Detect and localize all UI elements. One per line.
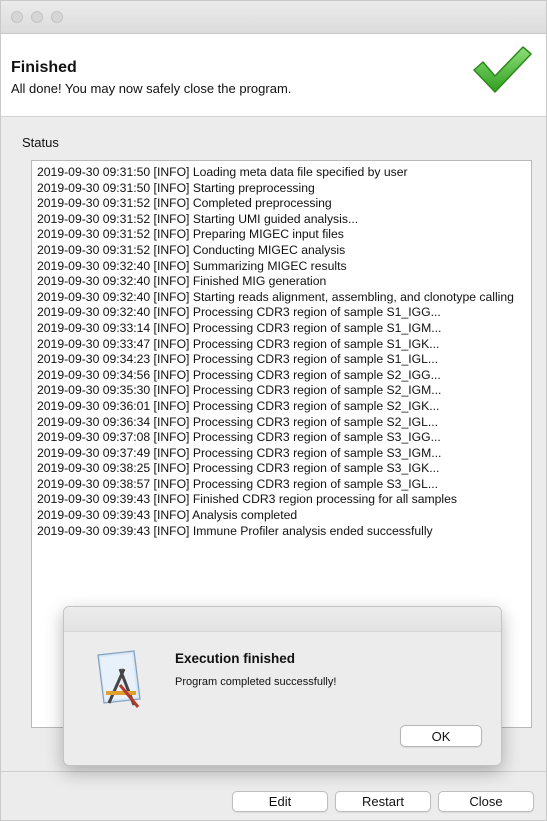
log-line: 2019-09-30 09:32:40 [INFO] Processing CD… <box>37 305 441 320</box>
log-line: 2019-09-30 09:31:52 [INFO] Preparing MIG… <box>37 227 344 242</box>
zoom-window-button[interactable] <box>51 11 63 23</box>
checkmark-icon <box>473 46 532 93</box>
log-line: 2019-09-30 09:31:52 [INFO] Starting UMI … <box>37 211 359 226</box>
close-window-button[interactable] <box>11 11 23 23</box>
log-line: 2019-09-30 09:32:40 [INFO] Starting read… <box>37 289 514 304</box>
minimize-window-button[interactable] <box>31 11 43 23</box>
log-line: 2019-09-30 09:39:43 [INFO] Immune Profil… <box>37 523 433 538</box>
log-line: 2019-09-30 09:31:50 [INFO] Starting prep… <box>37 180 315 195</box>
log-line: 2019-09-30 09:31:50 [INFO] Loading meta … <box>37 165 408 179</box>
finished-window: Finished All done! You may now safely cl… <box>0 0 547 821</box>
page-subtitle: All done! You may now safely close the p… <box>11 81 292 96</box>
close-button[interactable]: Close <box>438 791 534 812</box>
app-icon <box>97 650 141 708</box>
edit-button[interactable]: Edit <box>232 791 328 812</box>
dialog-title: Execution finished <box>175 651 296 666</box>
log-line: 2019-09-30 09:35:30 [INFO] Processing CD… <box>37 383 442 398</box>
log-line: 2019-09-30 09:36:01 [INFO] Processing CD… <box>37 398 440 413</box>
log-line: 2019-09-30 09:33:14 [INFO] Processing CD… <box>37 320 442 335</box>
log-line: 2019-09-30 09:38:57 [INFO] Processing CD… <box>37 476 439 491</box>
log-line: 2019-09-30 09:31:52 [INFO] Conducting MI… <box>37 242 346 257</box>
restart-button[interactable]: Restart <box>335 791 431 812</box>
status-label: Status <box>22 135 59 150</box>
footer-divider <box>1 771 546 772</box>
header-panel: Finished All done! You may now safely cl… <box>1 34 546 117</box>
dialog-title-bar <box>64 607 501 632</box>
log-line: 2019-09-30 09:31:52 [INFO] Completed pre… <box>37 196 332 211</box>
log-line: 2019-09-30 09:33:47 [INFO] Processing CD… <box>37 336 440 351</box>
log-line: 2019-09-30 09:38:25 [INFO] Processing CD… <box>37 461 440 476</box>
dialog-message: Program completed successfully! <box>175 676 337 688</box>
title-bar[interactable] <box>1 1 546 34</box>
log-line: 2019-09-30 09:32:40 [INFO] Finished MIG … <box>37 274 327 289</box>
log-line: 2019-09-30 09:32:40 [INFO] Summarizing M… <box>37 258 347 273</box>
execution-finished-dialog: Execution finished Program completed suc… <box>63 606 502 766</box>
log-line: 2019-09-30 09:37:49 [INFO] Processing CD… <box>37 445 442 460</box>
log-line: 2019-09-30 09:34:56 [INFO] Processing CD… <box>37 367 441 382</box>
log-line: 2019-09-30 09:39:43 [INFO] Finished CDR3… <box>37 492 458 507</box>
log-line: 2019-09-30 09:39:43 [INFO] Analysis comp… <box>37 508 298 523</box>
log-line: 2019-09-30 09:36:34 [INFO] Processing CD… <box>37 414 439 429</box>
page-title: Finished <box>11 59 77 76</box>
log-line: 2019-09-30 09:37:08 [INFO] Processing CD… <box>37 430 441 445</box>
log-line: 2019-09-30 09:34:23 [INFO] Processing CD… <box>37 352 439 367</box>
ok-button[interactable]: OK <box>400 725 482 747</box>
